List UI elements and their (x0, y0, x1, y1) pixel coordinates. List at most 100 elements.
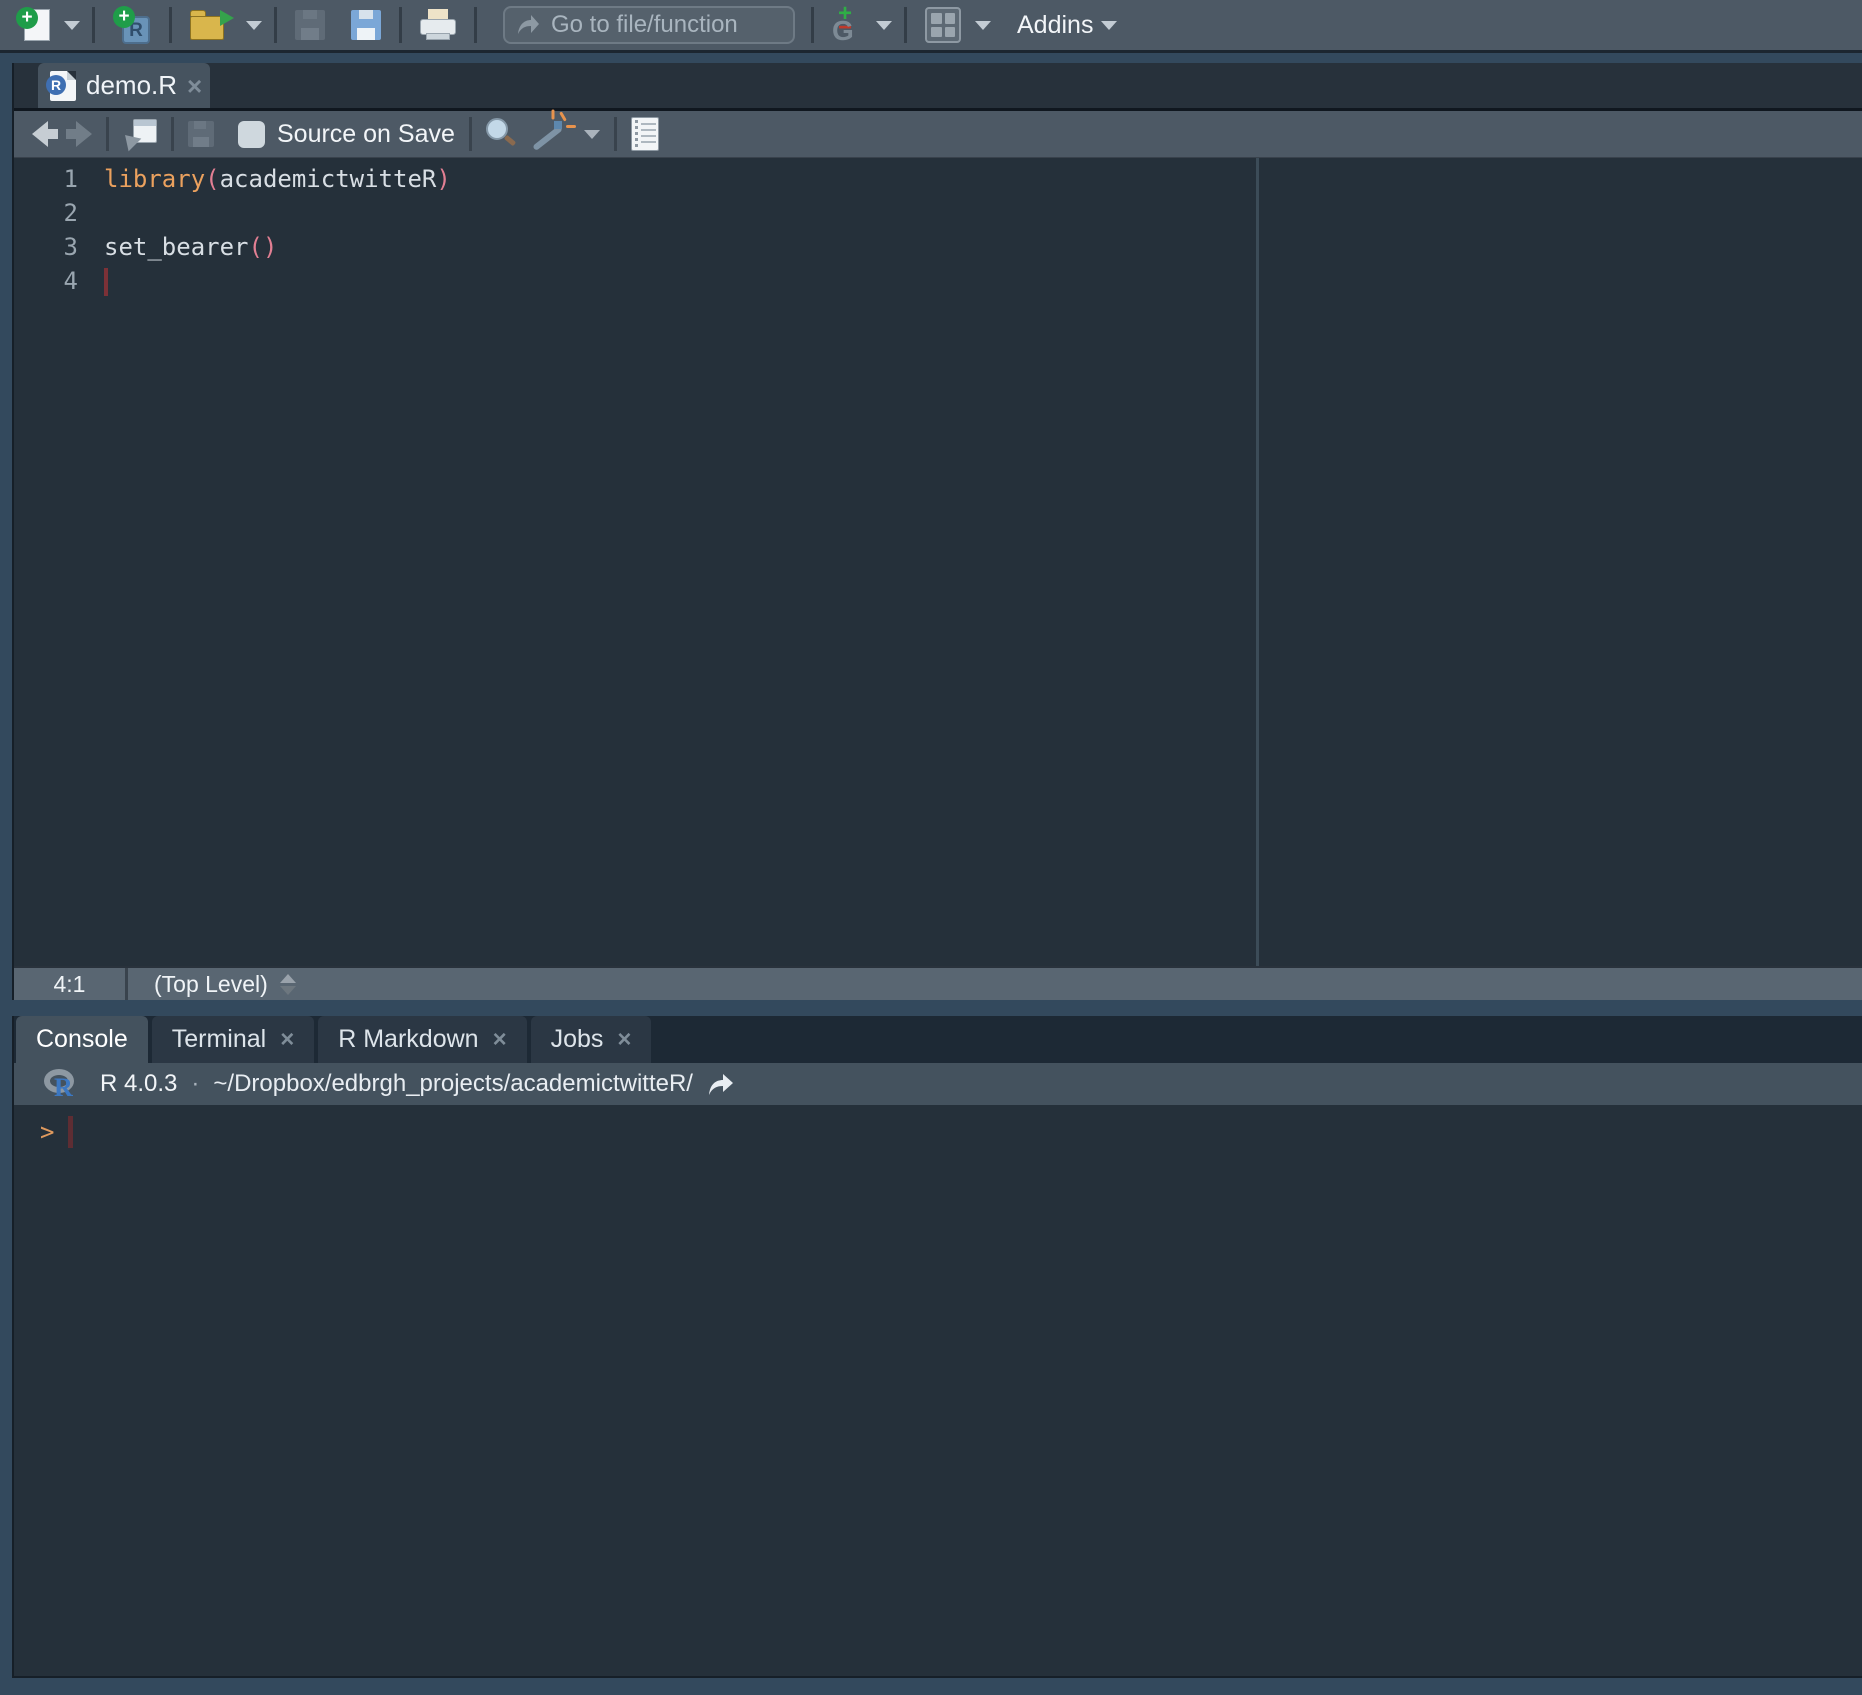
addins-dropdown[interactable] (1101, 21, 1117, 30)
toolbar-separator (106, 117, 109, 151)
goto-file-function-input[interactable] (551, 11, 783, 39)
editor-statusbar: 4:1 (Top Level) (14, 966, 1862, 1000)
tab-label: Console (36, 1025, 128, 1054)
new-file-icon: + (16, 7, 50, 43)
scope-selector[interactable]: (Top Level) (128, 971, 296, 998)
toolbar-separator (169, 7, 172, 43)
code-tools-icon[interactable] (534, 115, 576, 153)
editor-cursor (104, 268, 108, 296)
save-button[interactable] (289, 3, 331, 47)
code-editor[interactable]: 1library(academictwitteR)23set_bearer()4 (14, 158, 1862, 966)
tab-r-markdown[interactable]: R Markdown × (318, 1016, 526, 1063)
print-button[interactable] (414, 3, 462, 47)
find-replace-icon[interactable] (486, 118, 516, 150)
save-all-button[interactable] (345, 3, 387, 47)
line-number: 1 (14, 162, 78, 196)
console-prompt-line[interactable]: > (40, 1115, 1862, 1149)
line-number: 3 (14, 230, 78, 264)
new-file-dropdown[interactable] (64, 21, 80, 30)
source-on-save-label: Source on Save (277, 120, 455, 149)
r-logo-icon: R (44, 1069, 82, 1099)
show-in-new-window-icon[interactable] (123, 119, 157, 149)
forward-icon[interactable] (76, 121, 92, 147)
code-text (78, 196, 104, 230)
version-control-button[interactable]: + − G (826, 3, 868, 47)
tab-label: Terminal (172, 1025, 266, 1054)
git-icon: + − G (832, 6, 862, 44)
print-margin-line (1256, 158, 1259, 966)
open-directory-icon[interactable] (707, 1071, 735, 1097)
console-pane: Console Terminal × R Markdown × Jobs × R… (12, 1016, 1862, 1678)
header-separator: · (191, 1070, 199, 1098)
editor-tabstrip: R demo.R × (14, 63, 1862, 108)
source-on-save-checkbox[interactable] (238, 121, 265, 148)
toolbar-separator (811, 7, 814, 43)
close-tab-icon[interactable]: × (280, 1027, 294, 1053)
tab-jobs[interactable]: Jobs × (531, 1016, 652, 1063)
toolbar-separator (399, 7, 402, 43)
code-text: set_bearer() (78, 230, 277, 264)
code-lines: 1library(academictwitteR)23set_bearer()4 (14, 162, 1862, 298)
addins-menu[interactable]: Addins (1017, 11, 1093, 40)
new-file-button[interactable]: + (10, 3, 56, 47)
toolbar-separator (614, 117, 617, 151)
save-icon (295, 10, 325, 40)
editor-toolbar: Source on Save (14, 108, 1862, 158)
code-line[interactable]: 4 (14, 264, 1862, 298)
toolbar-separator (469, 117, 472, 151)
console-tabstrip: Console Terminal × R Markdown × Jobs × (14, 1016, 1862, 1063)
new-project-icon: R+ (113, 6, 151, 44)
back-icon[interactable] (32, 121, 48, 147)
save-all-icon (351, 10, 381, 40)
console-prompt: > (40, 1118, 54, 1146)
workspace-panes-button[interactable] (919, 3, 967, 47)
r-file-icon: R (50, 71, 76, 101)
compile-report-icon[interactable] (631, 117, 659, 151)
tab-label: Jobs (551, 1025, 604, 1054)
workspace-panes-dropdown[interactable] (975, 21, 991, 30)
version-control-dropdown[interactable] (876, 21, 892, 30)
toolbar-separator (274, 7, 277, 43)
print-icon (420, 9, 456, 41)
panes-layout-icon (925, 7, 961, 43)
code-tools-dropdown[interactable] (584, 130, 600, 139)
r-version: R 4.0.3 (100, 1070, 177, 1098)
close-tab-icon[interactable]: × (187, 73, 202, 99)
open-file-button[interactable] (184, 3, 238, 47)
tab-demo-r[interactable]: R demo.R × (38, 63, 210, 108)
close-tab-icon[interactable]: × (617, 1027, 631, 1053)
close-tab-icon[interactable]: × (493, 1027, 507, 1053)
line-number: 2 (14, 196, 78, 230)
toolbar-separator (92, 7, 95, 43)
code-line[interactable]: 3set_bearer() (14, 230, 1862, 264)
goto-arrow-icon (515, 12, 541, 38)
code-line[interactable]: 2 (14, 196, 1862, 230)
working-directory: ~/Dropbox/edbrgh_projects/academictwitte… (213, 1070, 693, 1098)
toolbar-separator (904, 7, 907, 43)
open-folder-icon (190, 8, 232, 42)
source-pane: R demo.R × Source on Save (12, 63, 1862, 1000)
forward-icon-tail (66, 129, 76, 139)
scope-chevrons-icon (280, 974, 296, 995)
console-cursor (68, 1116, 73, 1148)
tab-terminal[interactable]: Terminal × (152, 1016, 315, 1063)
line-number: 4 (14, 264, 78, 298)
toolbar-separator (474, 7, 477, 43)
tab-title: demo.R (86, 70, 177, 101)
new-project-button[interactable]: R+ (107, 3, 157, 47)
save-source-icon[interactable] (188, 121, 214, 147)
tab-label: R Markdown (338, 1025, 478, 1054)
cursor-position[interactable]: 4:1 (14, 968, 128, 1000)
code-text: library(academictwitteR) (78, 162, 451, 196)
code-line[interactable]: 1library(academictwitteR) (14, 162, 1862, 196)
goto-file-function-box[interactable] (503, 6, 795, 44)
code-text (78, 264, 108, 298)
scope-label: (Top Level) (154, 971, 268, 998)
tab-console[interactable]: Console (16, 1016, 148, 1063)
open-recent-dropdown[interactable] (246, 21, 262, 30)
back-icon-tail (48, 129, 58, 139)
toolbar-separator (171, 117, 174, 151)
main-toolbar: + R+ + (0, 0, 1862, 53)
console-header: R R 4.0.3 · ~/Dropbox/edbrgh_projects/ac… (14, 1063, 1862, 1105)
console-output[interactable]: > (14, 1105, 1862, 1676)
